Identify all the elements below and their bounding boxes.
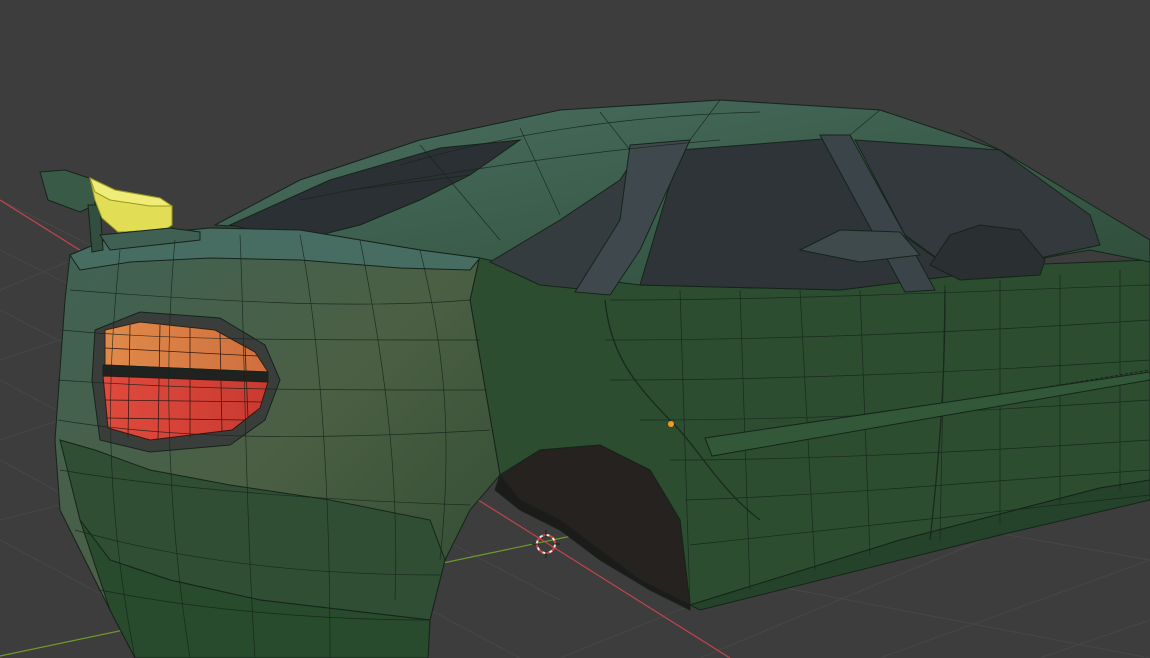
3d-viewport[interactable] <box>0 0 1150 658</box>
viewport-canvas[interactable] <box>0 0 1150 658</box>
object-origin-dot <box>668 421 674 427</box>
